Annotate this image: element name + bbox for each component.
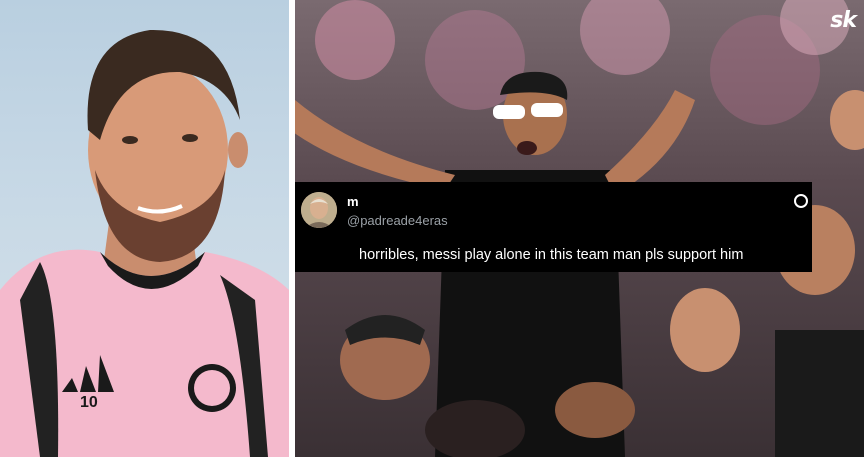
tweet-card: m @padreade4eras horribles, messi play a… xyxy=(295,182,812,272)
avatar-image xyxy=(301,192,337,228)
jersey-number: 10 xyxy=(80,394,98,411)
tweet-text: horribles, messi play alone in this team… xyxy=(359,247,744,263)
player-photo: 10 xyxy=(0,0,289,457)
tweet-avatar[interactable] xyxy=(301,192,337,228)
player-illustration xyxy=(0,29,289,457)
more-options-icon[interactable] xyxy=(794,194,808,208)
brand-logo: sk xyxy=(830,8,857,33)
tweet-author-handle[interactable]: @padreade4eras xyxy=(347,213,448,228)
tweet-author-name[interactable]: m xyxy=(347,194,359,209)
